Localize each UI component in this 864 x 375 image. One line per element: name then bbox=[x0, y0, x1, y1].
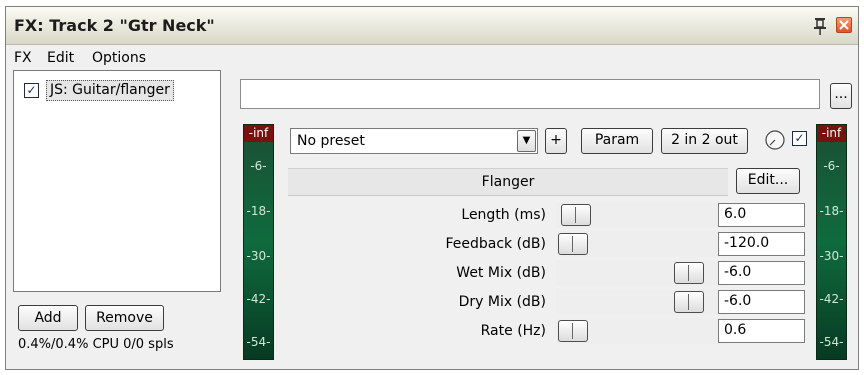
output-meter-tick: -6- bbox=[823, 159, 840, 173]
output-meter-tick: -42- bbox=[819, 292, 844, 306]
input-meter-tick: -18- bbox=[246, 204, 271, 218]
pin-icon[interactable] bbox=[812, 16, 828, 36]
browse-button[interactable]: ... bbox=[830, 83, 852, 109]
wet-mix-slider[interactable] bbox=[556, 260, 726, 286]
menu-fx[interactable]: FX bbox=[14, 50, 32, 66]
output-peak-label: -inf bbox=[817, 125, 846, 142]
output-meter-tick: -18- bbox=[819, 204, 844, 218]
output-meter-tick: -54- bbox=[819, 335, 844, 349]
plugin-header: Flanger bbox=[288, 168, 728, 196]
wet-knob-icon[interactable] bbox=[764, 129, 786, 151]
fx-top-field bbox=[240, 79, 820, 109]
output-meter-tick: -30- bbox=[819, 249, 844, 263]
remove-fx-button[interactable]: Remove bbox=[85, 305, 164, 331]
add-preset-button[interactable]: + bbox=[545, 128, 567, 154]
rate-slider[interactable] bbox=[556, 318, 726, 344]
fx-enable-checkbox[interactable]: ✓ bbox=[24, 83, 39, 98]
input-meter: -inf -6- -18- -30- -42- -54- bbox=[243, 124, 274, 360]
cpu-status: 0.4%/0.4% CPU 0/0 spls bbox=[18, 337, 174, 352]
param-value-field[interactable]: 6.0 bbox=[718, 203, 805, 227]
param-label: Wet Mix (dB) bbox=[456, 265, 546, 281]
param-value-field[interactable]: -120.0 bbox=[718, 232, 805, 256]
slider-thumb[interactable] bbox=[558, 320, 588, 342]
param-value-field[interactable]: -6.0 bbox=[718, 261, 805, 285]
output-meter: -inf -6- -18- -30- -42- -54- bbox=[816, 124, 847, 360]
chevron-down-icon[interactable]: ▼ bbox=[517, 130, 536, 152]
param-label: Length (ms) bbox=[461, 207, 546, 223]
input-meter-tick: -6- bbox=[250, 159, 267, 173]
menu-options[interactable]: Options bbox=[92, 50, 146, 66]
param-label: Dry Mix (dB) bbox=[458, 294, 546, 310]
input-peak-label: -inf bbox=[244, 125, 273, 142]
length-slider[interactable] bbox=[556, 202, 726, 228]
preset-value: No preset bbox=[297, 133, 365, 149]
param-label: Rate (Hz) bbox=[480, 323, 546, 339]
param-value-field[interactable]: 0.6 bbox=[718, 319, 805, 343]
slider-thumb[interactable] bbox=[558, 233, 588, 255]
close-icon[interactable] bbox=[836, 17, 852, 33]
slider-thumb[interactable] bbox=[673, 262, 704, 284]
slider-thumb[interactable] bbox=[673, 291, 704, 313]
fx-chain-list[interactable]: ✓ JS: Guitar/flanger bbox=[13, 70, 221, 292]
feedback-slider[interactable] bbox=[556, 231, 726, 257]
param-value-field[interactable]: -6.0 bbox=[718, 290, 805, 314]
add-fx-button[interactable]: Add bbox=[18, 305, 78, 331]
preset-dropdown[interactable]: No preset ▼ bbox=[290, 128, 538, 154]
bypass-checkbox[interactable]: ✓ bbox=[792, 131, 807, 146]
input-meter-tick: -54- bbox=[246, 335, 271, 349]
title-bar[interactable]: FX: Track 2 "Gtr Neck" bbox=[6, 7, 858, 45]
input-meter-tick: -42- bbox=[246, 292, 271, 306]
fx-item-label: JS: Guitar/flanger bbox=[46, 80, 174, 101]
param-label: Feedback (dB) bbox=[445, 236, 546, 252]
menu-bar: FX Edit Options bbox=[6, 46, 858, 70]
window-title: FX: Track 2 "Gtr Neck" bbox=[14, 16, 215, 35]
menu-edit[interactable]: Edit bbox=[47, 50, 74, 66]
slider-thumb[interactable] bbox=[560, 204, 591, 226]
param-button[interactable]: Param bbox=[581, 128, 653, 154]
plugin-name: Flanger bbox=[481, 174, 535, 190]
io-routing-button[interactable]: 2 in 2 out bbox=[661, 128, 748, 154]
fx-chain-item[interactable]: ✓ JS: Guitar/flanger bbox=[24, 80, 214, 102]
edit-plugin-button[interactable]: Edit... bbox=[736, 168, 800, 194]
dry-mix-slider[interactable] bbox=[556, 289, 726, 315]
input-meter-tick: -30- bbox=[246, 249, 271, 263]
